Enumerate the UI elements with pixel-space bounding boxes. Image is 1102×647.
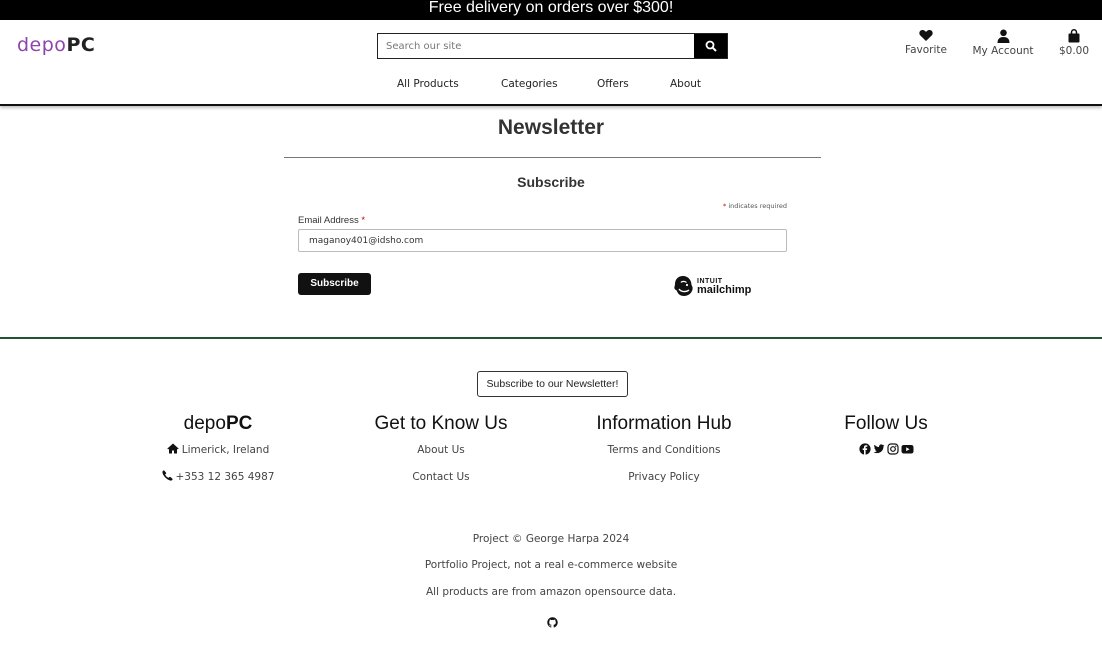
email-label: Email Address *: [298, 215, 365, 226]
footer-link-privacy-label: Privacy Policy: [628, 471, 700, 483]
home-icon: [167, 443, 179, 454]
email-field[interactable]: [298, 229, 787, 252]
github-icon: [547, 617, 558, 628]
footer-col-brand: depoPC Limerick, Ireland +353 12 365 498…: [118, 413, 318, 497]
cart-total: $0.00: [1058, 45, 1090, 57]
required-note-text: indicates required: [728, 202, 787, 210]
nav-about[interactable]: About: [670, 78, 701, 90]
footer-col-get-to-know-us: Get to Know Us About Us Contact Us: [341, 413, 541, 497]
nav-all-products[interactable]: All Products: [397, 78, 459, 90]
title-divider: [284, 157, 821, 158]
phone-icon: [161, 470, 173, 481]
mailchimp-logo[interactable]: INTUIT mailchimp: [673, 275, 751, 297]
footer-col4-title: Follow Us: [844, 413, 928, 434]
subscribe-newsletter-button[interactable]: Subscribe to our Newsletter!: [477, 371, 628, 397]
search-icon: [705, 40, 717, 52]
footer-phone-text: +353 12 365 4987: [175, 471, 275, 483]
github-link[interactable]: [547, 613, 558, 632]
footer-link-about-us[interactable]: About Us: [341, 443, 541, 470]
subscribe-heading: Subscribe: [517, 174, 585, 190]
banner-text: Free delivery on orders over $300!: [428, 0, 674, 16]
email-required-star: *: [361, 215, 366, 226]
credits-line-3: All products are from amazon opensource …: [425, 586, 677, 598]
footer-col-follow-us: Follow Us: [786, 413, 986, 455]
logo-part-depo: depo: [17, 34, 67, 56]
cart-link[interactable]: $0.00: [1057, 29, 1091, 57]
delivery-banner: Free delivery on orders over $300!: [0, 0, 1102, 20]
footer-col-information-hub: Information Hub Terms and Conditions Pri…: [564, 413, 764, 497]
footer-brand-title: depoPC: [118, 413, 318, 435]
footer-col2-title: Get to Know Us: [374, 413, 508, 434]
footer-location-text: Limerick, Ireland: [181, 444, 270, 456]
search-bar: [377, 33, 728, 59]
footer-link-about-us-label: About Us: [417, 444, 465, 456]
footer-link-privacy[interactable]: Privacy Policy: [564, 470, 764, 497]
account-label: My Account: [972, 45, 1034, 57]
nav-categories[interactable]: Categories: [501, 78, 558, 90]
search-button[interactable]: [694, 34, 727, 58]
shopping-bag-icon: [1068, 29, 1080, 43]
twitter-icon[interactable]: [873, 443, 885, 455]
footer-location: Limerick, Ireland: [118, 443, 318, 470]
site-header: depoPC Favorite My Account $0.00 All Pro…: [0, 20, 1102, 106]
heart-icon: [919, 29, 933, 41]
mailchimp-text: mailchimp: [697, 284, 752, 296]
facebook-icon[interactable]: [858, 443, 871, 455]
youtube-icon[interactable]: [901, 443, 914, 455]
email-label-text: Email Address: [298, 215, 359, 226]
mailchimp-freddie-icon: [674, 276, 693, 296]
footer-link-contact-us[interactable]: Contact Us: [341, 470, 541, 497]
footer-link-terms[interactable]: Terms and Conditions: [564, 443, 764, 470]
favorite-label: Favorite: [905, 44, 947, 56]
credits-line-1: Project © George Harpa 2024: [472, 533, 630, 545]
footer-col3-title: Information Hub: [596, 413, 732, 434]
footer-brand-part1: depo: [183, 413, 226, 434]
logo-part-pc: PC: [66, 34, 96, 56]
account-link[interactable]: My Account: [972, 29, 1034, 57]
site-logo[interactable]: depoPC: [17, 34, 95, 56]
nav-offers[interactable]: Offers: [597, 78, 629, 90]
footer-divider: [0, 337, 1102, 339]
subscribe-button[interactable]: Subscribe: [298, 273, 371, 295]
required-star: *: [723, 202, 727, 210]
page-title: Newsletter: [497, 116, 605, 139]
footer-link-contact-us-label: Contact Us: [412, 471, 470, 483]
search-input[interactable]: [378, 34, 694, 58]
required-note: * indicates required: [723, 202, 787, 210]
footer-brand-part2: PC: [225, 413, 253, 434]
favorite-link[interactable]: Favorite: [905, 29, 947, 56]
social-links: [786, 443, 986, 455]
credits-line-2: Portfolio Project, not a real e-commerce…: [424, 559, 678, 571]
footer-link-terms-label: Terms and Conditions: [607, 444, 721, 456]
user-icon: [997, 29, 1009, 43]
instagram-icon[interactable]: [886, 443, 899, 455]
footer-phone: +353 12 365 4987: [118, 470, 318, 497]
